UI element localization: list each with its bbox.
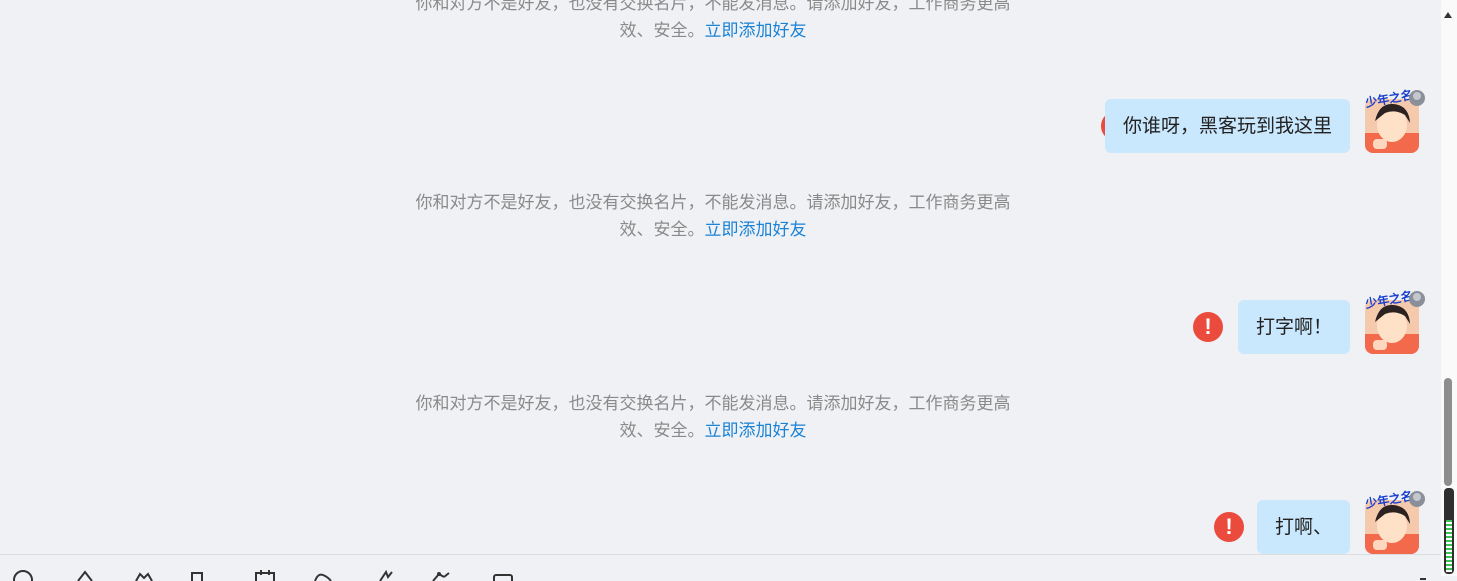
message-bubble[interactable]: 打字啊！ [1237,300,1350,354]
scroll-up-icon[interactable] [1444,12,1452,18]
link-icon[interactable] [374,569,396,581]
expand-icon[interactable] [1418,569,1428,581]
not-friend-notice: 你和对方不是好友，也没有交换名片，不能发消息。请添加好友，工作商务更高效、安全。… [410,0,1016,45]
avatar-sticker-icon: 少年之名 [1363,89,1425,109]
message-bubble[interactable]: 你谁呀，黑客玩到我这里 [1104,99,1350,153]
not-friend-notice: 你和对方不是好友，也没有交换名片，不能发消息。请添加好友，工作商务更高效、安全。… [410,190,1016,244]
outgoing-message: ! 你谁呀，黑客玩到我这里 少年之名 [999,89,1425,155]
add-friend-link[interactable]: 立即添加好友 [705,220,807,240]
outgoing-message: ! 打字啊！ 少年之名 [1159,290,1425,356]
avatar-sticker-icon: 少年之名 [1363,290,1425,310]
image-icon[interactable] [188,569,210,581]
emoji-icon[interactable] [12,569,34,581]
voice-icon[interactable] [312,569,334,581]
message-bubble[interactable]: 打啊、 [1256,500,1350,554]
scroll-thumb[interactable] [1444,378,1452,486]
svg-text:少年之名: 少年之名 [1363,290,1414,310]
add-friend-link[interactable]: 立即添加好友 [705,21,807,41]
not-friend-notice: 你和对方不是好友，也没有交换名片，不能发消息。请添加好友，工作商务更高效、安全。… [410,391,1016,445]
svg-text:少年之名: 少年之名 [1363,89,1414,109]
input-toolbar [0,554,1441,581]
folder-icon[interactable] [134,569,156,581]
add-friend-link[interactable]: 立即添加好友 [705,421,807,441]
calendar-icon[interactable] [254,569,276,581]
scissors-icon[interactable] [74,569,96,581]
outgoing-message: ! 打啊、 少年之名 [1179,490,1425,554]
svg-text:少年之名: 少年之名 [1363,490,1414,510]
exclamation-circle-icon[interactable]: ! [1193,312,1223,342]
avatar-sticker-icon: 少年之名 [1363,490,1425,510]
chat-message-area: 你和对方不是好友，也没有交换名片，不能发消息。请添加好友，工作商务更高效、安全。… [0,0,1441,554]
exclamation-circle-icon[interactable]: ! [1214,512,1244,542]
more-icon[interactable] [492,569,514,581]
level-meter [1446,520,1452,572]
scrollbar[interactable] [1441,0,1457,576]
video-icon[interactable] [430,569,452,581]
